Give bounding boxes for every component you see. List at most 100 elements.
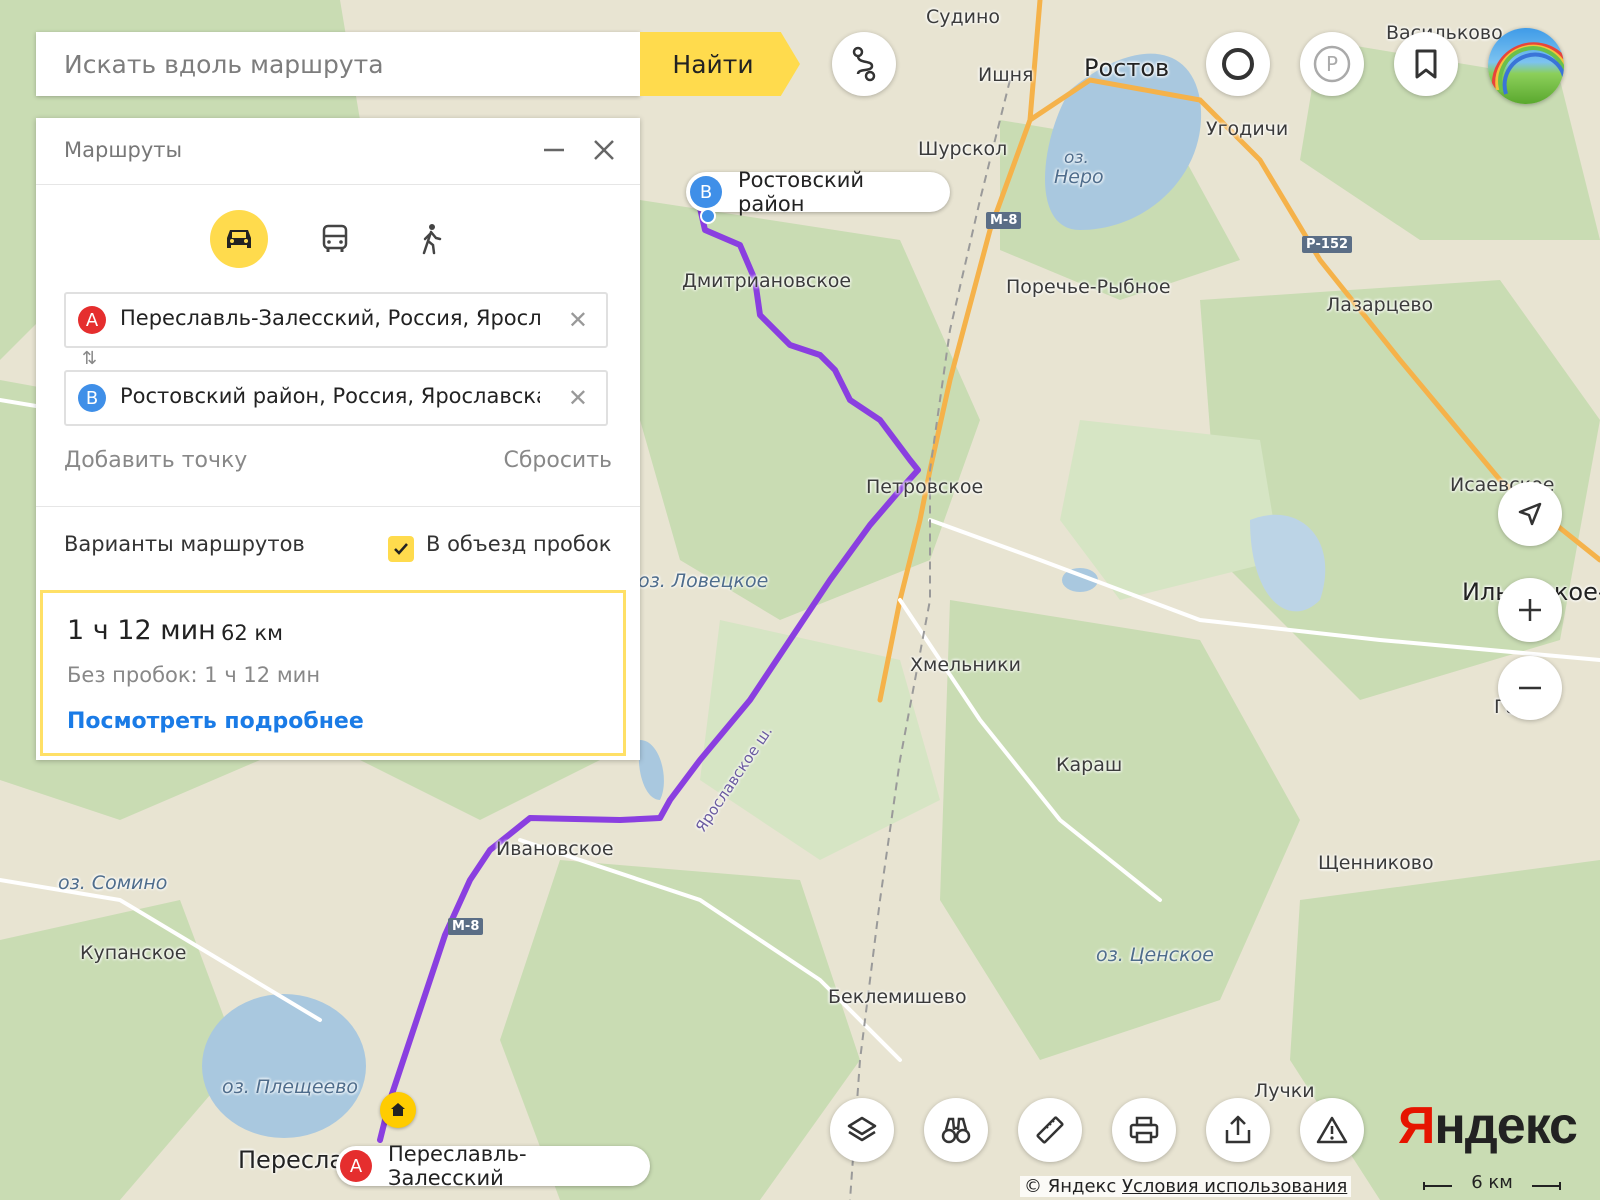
map-label-poreche: Поречье-Рыбное: [1006, 276, 1171, 298]
yandex-logo-rest: ндекс: [1434, 1097, 1578, 1155]
copyright-text: © Яндекс: [1024, 1176, 1117, 1197]
add-point-link[interactable]: Добавить точку: [64, 448, 247, 473]
marker-b-pin: [700, 208, 716, 224]
panel-divider: [36, 506, 640, 507]
marker-b-label: Ростовский район: [738, 168, 865, 216]
find-button[interactable]: Найти: [640, 32, 800, 96]
plus-icon: [1519, 599, 1541, 621]
close-button[interactable]: [588, 134, 620, 166]
point-b-badge: B: [78, 384, 106, 412]
map-label-lazartsevo: Лазарцево: [1326, 294, 1434, 316]
swap-points-icon[interactable]: ⇅: [82, 348, 97, 369]
routes-panel: Маршруты A Переславль-Залесский, Россия,…: [36, 118, 640, 760]
map-label-luchki: Лучки: [1254, 1080, 1315, 1102]
minimize-button[interactable]: [538, 134, 570, 166]
map-label-rostov: Ростов: [1084, 54, 1170, 82]
route-duration: 1 ч 12 мин: [67, 615, 216, 646]
location-arrow-icon: [1518, 502, 1542, 526]
printer-icon: [1129, 1116, 1159, 1144]
parking-button[interactable]: P: [1300, 32, 1364, 96]
point-a-input[interactable]: Переславль-Залесский, Россия, Ярославска…: [120, 306, 540, 330]
panorama-button[interactable]: [924, 1098, 988, 1162]
map-label-shurskol: Шурскол: [918, 138, 1008, 160]
traffic-icon: [1222, 48, 1254, 80]
point-b-input[interactable]: Ростовский район, Россия, Ярославская об…: [120, 384, 540, 408]
road-shield-p152: Р-152: [1302, 236, 1353, 253]
transport-mode-selector: [36, 210, 640, 268]
marker-a-badge: A: [340, 1150, 372, 1182]
car-icon: [227, 230, 251, 248]
map-label-tsenskoe: оз. Ценское: [1096, 944, 1214, 966]
point-a-field[interactable]: A Переславль-Залесский, Россия, Ярославс…: [64, 292, 608, 348]
road-shield-m8-bottom: М-8: [448, 918, 484, 935]
map-label-petrovskoe: Петровское: [866, 476, 984, 498]
parking-icon: P: [1313, 45, 1351, 83]
point-b-clear-icon[interactable]: ✕: [568, 384, 588, 412]
my-location-button[interactable]: [1498, 482, 1562, 546]
binoculars-icon: [941, 1117, 971, 1144]
report-issue-button[interactable]: [1300, 1098, 1364, 1162]
route-button[interactable]: [832, 32, 896, 96]
layers-button[interactable]: [830, 1098, 894, 1162]
map-label-beklemishevo: Беклемишево: [828, 986, 967, 1008]
share-button[interactable]: [1206, 1098, 1270, 1162]
minimize-icon: [544, 148, 564, 152]
bookmarks-button[interactable]: [1394, 32, 1458, 96]
pedestrian-icon: [422, 224, 442, 255]
marker-a-label: Переславль-Залесский: [388, 1142, 527, 1190]
avoid-traffic-checkbox[interactable]: [388, 536, 414, 562]
point-a-clear-icon[interactable]: ✕: [568, 306, 588, 334]
avoid-traffic-label[interactable]: В объезд пробок: [426, 532, 611, 556]
bus-icon: [322, 224, 348, 252]
svg-text:P: P: [1326, 52, 1338, 76]
route-details-link[interactable]: Посмотреть подробнее: [67, 709, 364, 734]
mode-walk-button[interactable]: [402, 210, 460, 268]
close-icon: [594, 140, 614, 160]
marker-b-badge: B: [690, 176, 722, 208]
map-label-ivanovskoe: Ивановское: [496, 838, 614, 860]
check-icon: [394, 543, 408, 555]
bookmark-icon: [1415, 49, 1437, 79]
map-label-pleshcheevo: оз. Плещеево: [222, 1076, 359, 1098]
zoom-in-button[interactable]: [1498, 578, 1562, 642]
ruler-button[interactable]: [1018, 1098, 1082, 1162]
map-label-khmelniki: Хмельники: [910, 654, 1021, 676]
home-icon[interactable]: [380, 1092, 416, 1128]
map-label-karash: Караш: [1056, 754, 1123, 776]
warning-icon: [1316, 1116, 1348, 1144]
map-label-shchennikovo: Щенниково: [1318, 852, 1434, 874]
map-label-kupanskoe: Купанское: [80, 942, 187, 964]
routes-panel-header: Маршруты: [36, 118, 640, 185]
route-search-input[interactable]: [36, 32, 636, 96]
ruler-icon: [1036, 1116, 1064, 1144]
map-scale: 6 км: [1422, 1172, 1562, 1196]
route-search-bar: [36, 32, 640, 96]
point-b-field[interactable]: B Ростовский район, Россия, Ярославская …: [64, 370, 608, 426]
route-distance: 62 км: [221, 621, 283, 645]
user-avatar[interactable]: [1488, 28, 1564, 104]
yandex-logo-y: Я: [1398, 1097, 1435, 1155]
print-button[interactable]: [1112, 1098, 1176, 1162]
route-no-traffic-time: Без пробок: 1 ч 12 мин: [67, 663, 321, 687]
route-icon: [852, 46, 876, 82]
map-label-nero-2: Неро: [1054, 166, 1104, 188]
map-label-lovetskoe: оз. Ловецкое: [638, 570, 769, 592]
mode-car-button[interactable]: [210, 210, 268, 268]
road-shield-m8-top: М-8: [986, 212, 1022, 229]
route-option-card[interactable]: 1 ч 12 мин 62 км Без пробок: 1 ч 12 мин …: [40, 590, 626, 756]
map-label-sudino: Судино: [926, 6, 1001, 28]
point-a-badge: A: [78, 306, 106, 334]
copyright-bar: © Яндекс Условия использования: [1020, 1176, 1352, 1197]
share-icon: [1225, 1115, 1251, 1144]
minus-icon: [1519, 686, 1541, 690]
zoom-out-button[interactable]: [1498, 656, 1562, 720]
map-label-nero-1: оз.: [1064, 148, 1089, 168]
mode-transit-button[interactable]: [306, 210, 364, 268]
yandex-logo[interactable]: Яндекс: [1398, 1096, 1578, 1156]
map-label-ugodichi: Угодичи: [1206, 118, 1289, 140]
reset-link[interactable]: Сбросить: [503, 448, 612, 473]
routes-panel-title: Маршруты: [64, 138, 183, 162]
terms-link[interactable]: Условия использования: [1122, 1176, 1347, 1197]
traffic-button[interactable]: [1206, 32, 1270, 96]
layers-icon: [847, 1116, 877, 1142]
